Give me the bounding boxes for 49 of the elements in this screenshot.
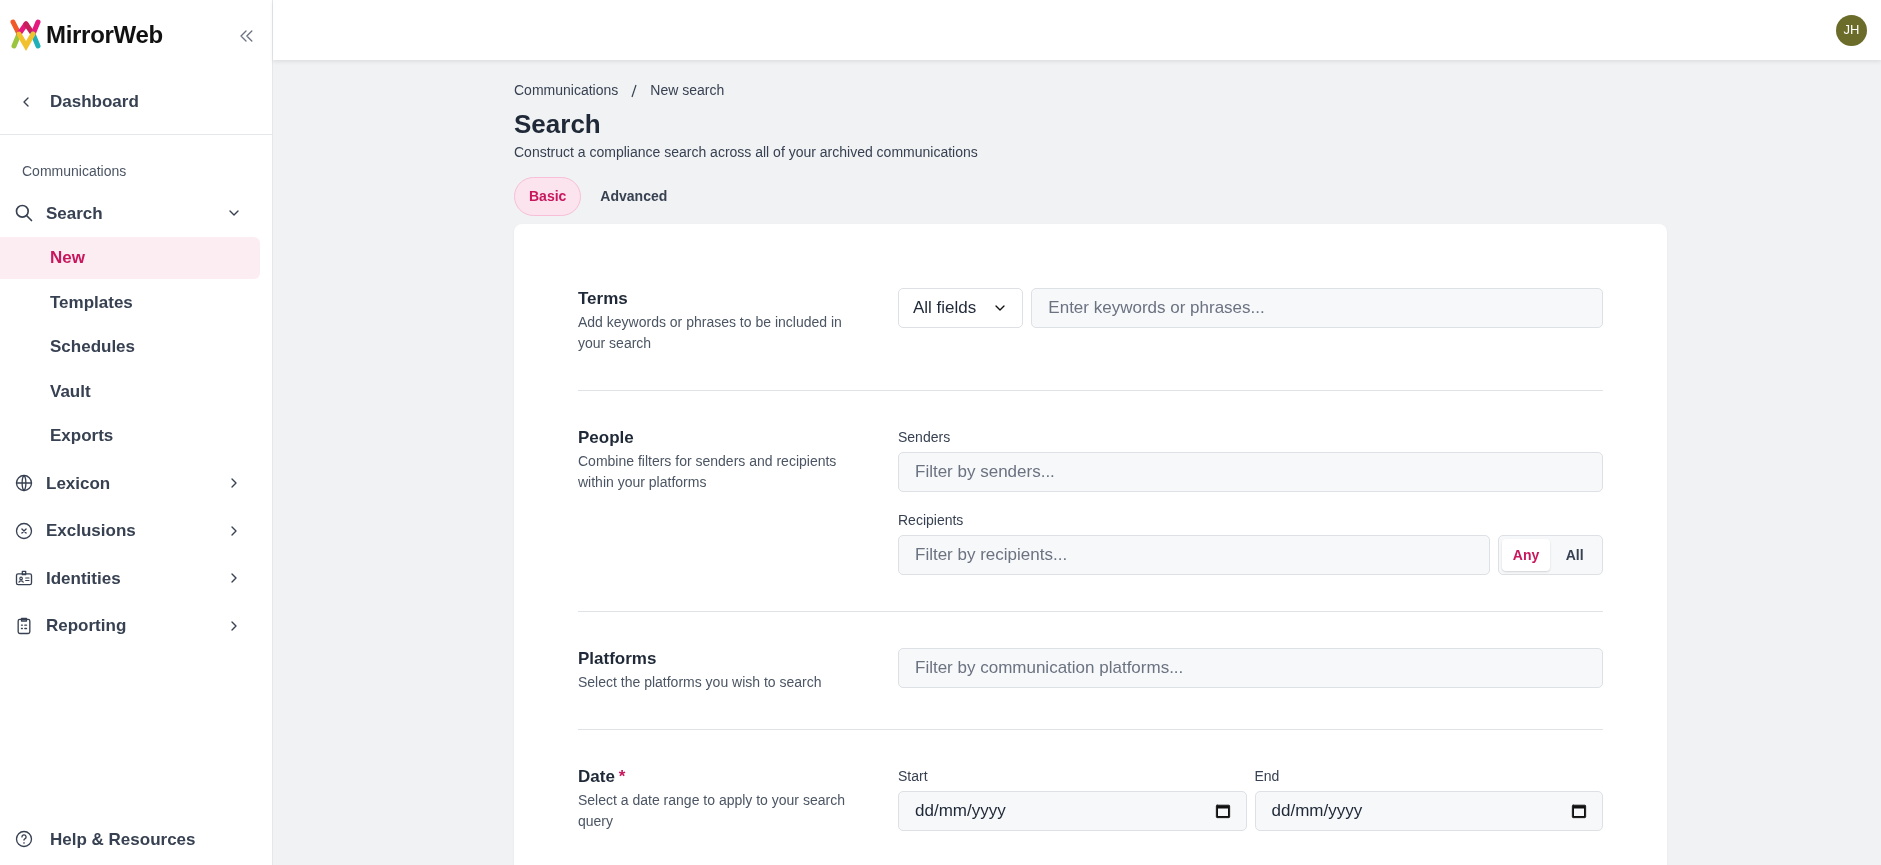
nav-subitem[interactable]: New xyxy=(0,237,260,279)
nav-subitem[interactable]: Exports xyxy=(0,415,260,457)
field-label: Recipients xyxy=(898,511,965,531)
nav-subitem[interactable]: Templates xyxy=(0,281,260,323)
page-title: Search xyxy=(514,109,602,141)
breadcrumb-link[interactable]: Communications xyxy=(514,80,619,101)
section-description: Combine filters for senders and recipients within your platforms xyxy=(578,452,838,493)
section-description: Select the platforms you wish to search xyxy=(578,673,823,693)
globe-icon xyxy=(14,473,34,494)
tab[interactable]: Advanced xyxy=(585,177,683,217)
user-avatar[interactable]: JH xyxy=(1836,14,1867,46)
dashboard-link[interactable]: Dashboard xyxy=(0,72,272,135)
nav-subitem[interactable]: Vault xyxy=(0,370,260,412)
text-input[interactable]: Filter by communication platforms... xyxy=(898,648,1603,689)
logo-icon xyxy=(10,18,42,52)
field-label: Start xyxy=(898,767,929,787)
nav-item[interactable]: Search xyxy=(0,189,272,237)
section-description: Select a date range to apply to your search query xyxy=(578,791,846,832)
brand-name: MirrorWeb xyxy=(46,20,163,50)
separator-icon xyxy=(630,83,639,98)
breadcrumb-link[interactable]: New search xyxy=(650,80,725,101)
nav-item[interactable]: Reporting xyxy=(0,602,272,650)
help-link[interactable]: Help & Resources xyxy=(0,826,272,865)
x-circle-icon xyxy=(14,520,34,541)
field-label: Senders xyxy=(898,428,952,448)
text-input[interactable]: Enter keywords or phrases... xyxy=(1031,288,1603,329)
section-title: Date xyxy=(578,767,615,787)
search-icon xyxy=(14,203,34,224)
nav-subitem[interactable]: Schedules xyxy=(0,326,260,368)
text-input[interactable]: Filter by recipients... xyxy=(898,535,1490,576)
toggle-option[interactable]: Any xyxy=(1501,539,1551,572)
date-field[interactable]: dd/mm/yyyy xyxy=(898,791,1247,832)
required-mark: * xyxy=(618,767,626,787)
field-label: End xyxy=(1254,767,1281,787)
help-icon xyxy=(14,829,34,850)
section-title: People xyxy=(578,428,634,448)
section-label: Communications xyxy=(21,161,128,181)
nav-item[interactable]: Exclusions xyxy=(0,507,272,555)
tab[interactable]: Basic xyxy=(514,177,582,217)
text-input[interactable]: Filter by senders... xyxy=(898,452,1603,493)
field-select[interactable]: All fields xyxy=(898,288,1024,329)
section-title: Terms xyxy=(578,289,628,309)
toggle-option[interactable]: All xyxy=(1550,539,1599,572)
section-title: Platforms xyxy=(578,649,657,669)
page-subtitle: Construct a compliance search across all of your archived communications xyxy=(514,143,979,163)
nav-item[interactable]: Lexicon xyxy=(0,459,272,507)
nav-item[interactable]: Identities xyxy=(0,554,272,602)
date-field[interactable]: dd/mm/yyyy xyxy=(1254,791,1603,832)
section-description: Add keywords or phrases to be included in your search xyxy=(578,313,843,354)
